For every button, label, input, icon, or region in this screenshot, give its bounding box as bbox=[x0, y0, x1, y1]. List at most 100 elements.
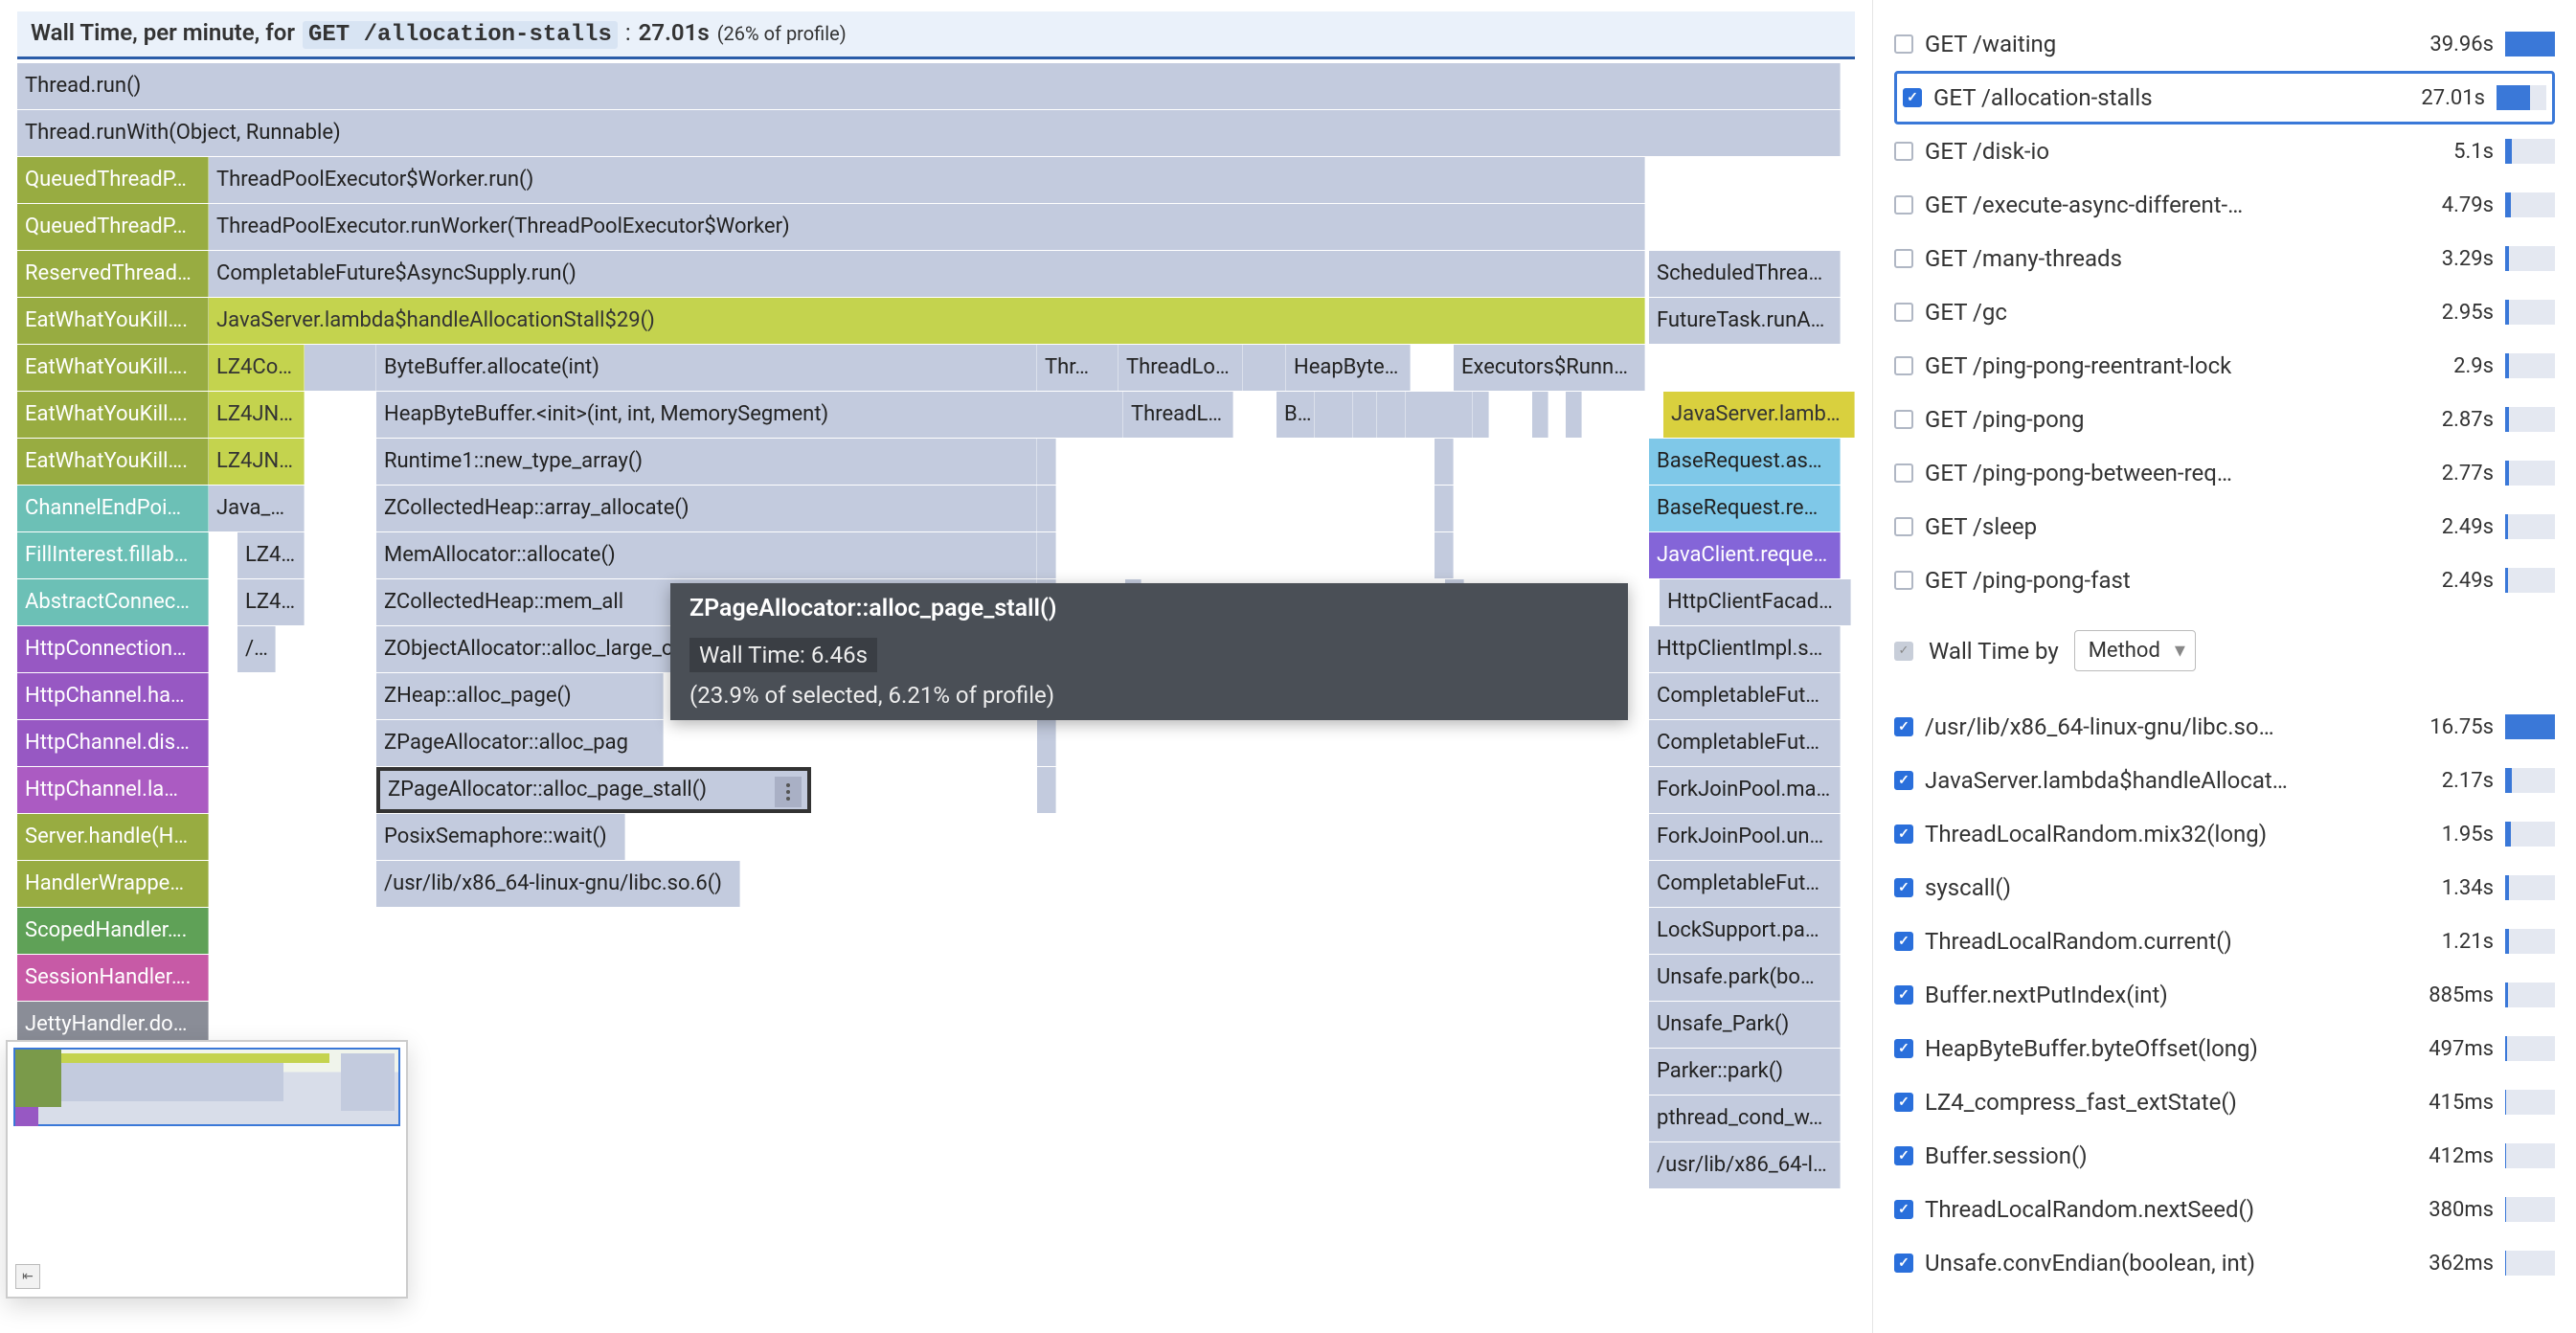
flame-cell[interactable]: HttpChannel.la… bbox=[17, 767, 209, 813]
flame-cell[interactable]: HttpClientFacad… bbox=[1660, 579, 1851, 625]
list-item[interactable]: Unsafe.convEndian(boolean, int)362ms bbox=[1894, 1236, 2555, 1290]
minimap-collapse-button[interactable]: ⇤ bbox=[15, 1264, 40, 1289]
checkbox[interactable] bbox=[1894, 1093, 1913, 1112]
flame-cell[interactable]: Parker::park() bbox=[1649, 1049, 1841, 1095]
flame-cell[interactable]: LZ4_… bbox=[237, 579, 305, 625]
minimap-viewport[interactable] bbox=[13, 1048, 400, 1126]
flame-cell[interactable] bbox=[1243, 345, 1286, 391]
flame-cell[interactable]: ForkJoinPool.un… bbox=[1649, 814, 1841, 860]
flame-cell[interactable]: ThreadPoolExecutor.runWorker(ThreadPoolE… bbox=[209, 204, 1645, 250]
flame-cell[interactable]: ByteBuffer.allocate(int) bbox=[376, 345, 1037, 391]
flame-cell[interactable]: Server.handle(H… bbox=[17, 814, 209, 860]
list-item[interactable]: ThreadLocalRandom.mix32(long)1.95s bbox=[1894, 807, 2555, 861]
flame-cell[interactable]: EatWhatYouKill…. bbox=[17, 392, 209, 438]
flame-cell[interactable] bbox=[1435, 439, 1454, 485]
list-item[interactable]: GET /execute-async-different-…4.79s bbox=[1894, 178, 2555, 232]
checkbox[interactable] bbox=[1894, 410, 1913, 429]
flame-cell[interactable]: Unsafe.park(bo… bbox=[1649, 955, 1841, 1001]
flame-cell[interactable]: HeapByteBuffer.<init>(int, int, MemorySe… bbox=[376, 392, 1123, 438]
flame-cell[interactable]: B… bbox=[1277, 392, 1315, 438]
flame-cell[interactable] bbox=[305, 345, 376, 391]
checkbox[interactable] bbox=[1894, 34, 1913, 54]
flame-cell[interactable]: ScopedHandler…. bbox=[17, 908, 209, 954]
flame-cell[interactable]: PosixSemaphore::wait() bbox=[376, 814, 625, 860]
list-item[interactable]: GET /sleep2.49s bbox=[1894, 500, 2555, 554]
flame-cell[interactable]: SessionHandler…. bbox=[17, 955, 209, 1001]
checkbox[interactable] bbox=[1894, 985, 1913, 1005]
list-item[interactable]: GET /disk-io5.1s bbox=[1894, 124, 2555, 178]
flame-cell[interactable] bbox=[1377, 392, 1406, 438]
flame-cell[interactable]: /u… bbox=[237, 626, 276, 672]
flame-cell[interactable]: FutureTask.runA… bbox=[1649, 298, 1841, 344]
flame-cell[interactable]: Unsafe_Park() bbox=[1649, 1002, 1841, 1048]
flame-cell[interactable]: CompletableFut… bbox=[1649, 720, 1841, 766]
checkbox[interactable] bbox=[1894, 1146, 1913, 1165]
flame-cell[interactable]: HttpChannel.ha… bbox=[17, 673, 209, 719]
flame-cell[interactable]: ZPageAllocator::alloc_page_stall() bbox=[376, 767, 811, 813]
flame-cell[interactable]: HeapByteB… bbox=[1286, 345, 1411, 391]
list-item[interactable]: GET /waiting39.96s bbox=[1894, 17, 2555, 71]
flame-cell[interactable] bbox=[1353, 392, 1377, 438]
flame-cell[interactable]: HttpChannel.dis… bbox=[17, 720, 209, 766]
flame-cell[interactable]: HandlerWrappe… bbox=[17, 861, 209, 907]
flame-cell[interactable]: /usr/lib/x86_64-linux-gnu/libc.so.6() bbox=[376, 861, 740, 907]
list-item[interactable]: HeapByteBuffer.byteOffset(long)497ms bbox=[1894, 1022, 2555, 1075]
checkbox[interactable] bbox=[1894, 1200, 1913, 1219]
flame-cell[interactable] bbox=[1532, 392, 1548, 438]
flame-cell[interactable]: ForkJoinPool.ma… bbox=[1649, 767, 1841, 813]
flame-cell[interactable]: /usr/lib/x86_64-l… bbox=[1649, 1142, 1841, 1188]
checkbox[interactable] bbox=[1894, 1039, 1913, 1058]
list-item[interactable]: GET /allocation-stalls27.01s bbox=[1894, 71, 2555, 124]
checkbox[interactable] bbox=[1894, 717, 1913, 736]
flame-cell[interactable]: Executors$Runn… bbox=[1454, 345, 1645, 391]
flame-cell[interactable]: pthread_cond_w… bbox=[1649, 1096, 1841, 1141]
flame-cell[interactable] bbox=[1406, 392, 1473, 438]
flame-cell[interactable] bbox=[1037, 767, 1056, 813]
flame-cell[interactable]: Java_n… bbox=[209, 486, 305, 531]
flame-cell[interactable]: ThreadPoolExecutor$Worker.run() bbox=[209, 157, 1645, 203]
list-item[interactable]: Buffer.session()412ms bbox=[1894, 1129, 2555, 1183]
checkbox[interactable] bbox=[1894, 771, 1913, 790]
list-item[interactable]: GET /many-threads3.29s bbox=[1894, 232, 2555, 285]
checkbox[interactable] bbox=[1903, 88, 1922, 107]
flame-cell[interactable]: LZ4JNI…. bbox=[209, 392, 305, 438]
flame-cell[interactable]: LZ4Co… bbox=[209, 345, 305, 391]
checkbox[interactable] bbox=[1894, 517, 1913, 536]
list-item[interactable]: /usr/lib/x86_64-linux-gnu/libc.so…16.75s bbox=[1894, 700, 2555, 754]
flame-cell[interactable]: QueuedThreadP… bbox=[17, 157, 209, 203]
flame-cell[interactable]: LZ4JNI…. bbox=[209, 439, 305, 485]
flame-cell[interactable]: CompletableFut… bbox=[1649, 673, 1841, 719]
list-item[interactable]: ThreadLocalRandom.nextSeed()380ms bbox=[1894, 1183, 2555, 1236]
checkbox[interactable] bbox=[1894, 356, 1913, 375]
flame-cell[interactable] bbox=[1435, 486, 1454, 531]
flame-cell[interactable]: JavaClient.reque… bbox=[1649, 532, 1841, 578]
checkbox[interactable] bbox=[1894, 1254, 1913, 1273]
flame-cell-menu-icon[interactable] bbox=[775, 777, 802, 807]
list-item[interactable]: GET /ping-pong-reentrant-lock2.9s bbox=[1894, 339, 2555, 393]
flame-cell[interactable]: QueuedThreadP… bbox=[17, 204, 209, 250]
flame-cell[interactable]: AbstractConnec… bbox=[17, 579, 209, 625]
checkbox[interactable] bbox=[1894, 142, 1913, 161]
list-item[interactable]: GET /ping-pong-between-req…2.77s bbox=[1894, 446, 2555, 500]
flame-cell[interactable]: BaseRequest.re… bbox=[1649, 486, 1841, 531]
flame-cell[interactable]: ChannelEndPoi… bbox=[17, 486, 209, 531]
checkbox[interactable] bbox=[1894, 825, 1913, 844]
flame-cell[interactable]: LZ4_… bbox=[237, 532, 305, 578]
checkbox[interactable] bbox=[1894, 249, 1913, 268]
flame-cell[interactable]: EatWhatYouKill…. bbox=[17, 345, 209, 391]
flame-cell[interactable] bbox=[1315, 392, 1353, 438]
flame-cell[interactable]: HttpConnection… bbox=[17, 626, 209, 672]
flame-cell[interactable]: CompletableFuture$AsyncSupply.run() bbox=[209, 251, 1645, 297]
flame-cell[interactable]: JavaServer.lamb… bbox=[1663, 392, 1855, 438]
minimap[interactable]: ⇤ bbox=[6, 1040, 408, 1299]
flame-cell[interactable]: ZCollectedHeap::array_allocate() bbox=[376, 486, 1037, 531]
list-item[interactable]: GET /gc2.95s bbox=[1894, 285, 2555, 339]
flame-cell[interactable] bbox=[1037, 439, 1056, 485]
flame-cell[interactable]: CompletableFut… bbox=[1649, 861, 1841, 907]
checkbox[interactable] bbox=[1894, 195, 1913, 215]
flame-cell[interactable]: BaseRequest.as… bbox=[1649, 439, 1841, 485]
flame-cell[interactable]: ThreadLoc… bbox=[1119, 345, 1243, 391]
flame-cell[interactable] bbox=[1566, 392, 1582, 438]
flame-cell[interactable] bbox=[1037, 486, 1056, 531]
flame-cell[interactable]: HttpClientImpl.s… bbox=[1649, 626, 1841, 672]
